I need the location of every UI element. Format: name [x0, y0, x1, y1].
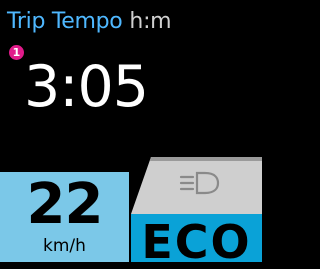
- field-index-badge: 1: [9, 45, 24, 60]
- trip-time-value: 3:05: [24, 54, 149, 120]
- field-title: Trip Tempo: [7, 9, 123, 34]
- light-status-panel: [131, 157, 262, 214]
- bike-display-screen: Trip Tempo h:m 1 3:05 22 km/h ECO: [0, 0, 262, 269]
- assist-mode-label: ECO: [141, 215, 252, 269]
- speed-unit: km/h: [43, 236, 86, 256]
- field-unit: h:m: [129, 9, 172, 34]
- field-title-row: Trip Tempo h:m: [7, 9, 172, 37]
- light-panel-bevel: [150, 157, 262, 161]
- assist-mode-panel: ECO: [131, 214, 262, 269]
- speed-panel: 22 km/h: [0, 172, 129, 262]
- speed-value: 22: [26, 172, 104, 237]
